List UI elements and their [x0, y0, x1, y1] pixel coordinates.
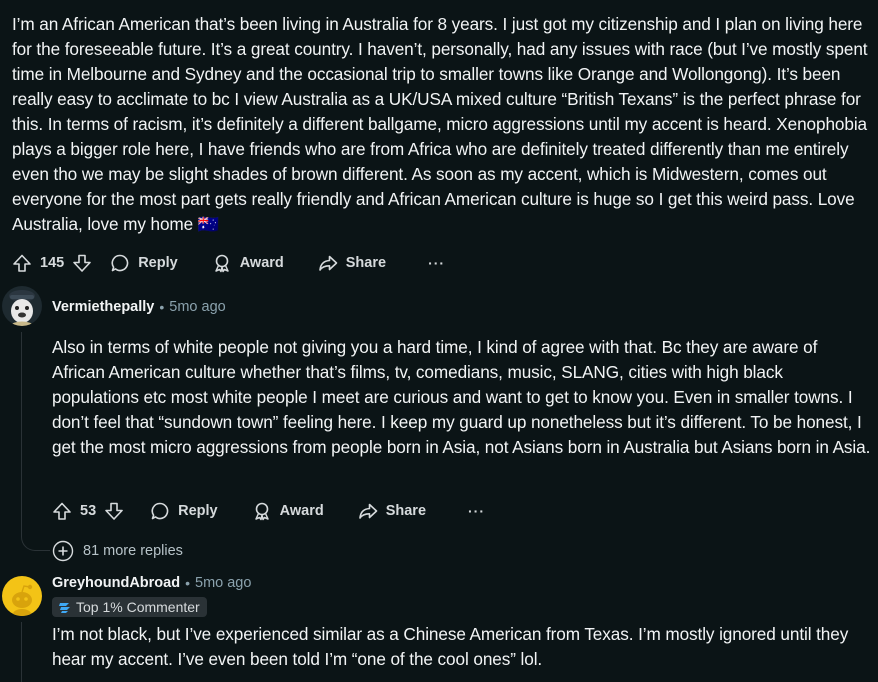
- timestamp[interactable]: 5mo ago: [169, 299, 225, 315]
- share-button[interactable]: Share: [358, 501, 426, 521]
- badge-label: Top 1% Commenter: [76, 599, 200, 615]
- avatar[interactable]: [2, 576, 42, 616]
- avatar-character-icon: [7, 290, 37, 326]
- commenter-badge: Top 1% Commenter: [52, 597, 207, 619]
- share-icon: [358, 503, 378, 519]
- separator: •: [185, 575, 190, 591]
- downvote-button[interactable]: [104, 501, 124, 521]
- more-options-button[interactable]: ···: [468, 503, 485, 519]
- more-icon: ···: [468, 503, 486, 519]
- thread-curve: [21, 520, 50, 551]
- author-name[interactable]: Vermiethepally: [52, 299, 154, 315]
- reply-2-text: I’m not black, but I’ve experienced simi…: [52, 624, 849, 669]
- more-options-button[interactable]: ···: [428, 255, 445, 271]
- comment-icon: [151, 502, 169, 520]
- award-icon: [214, 254, 229, 273]
- reply-1-body: Also in terms of white people not giving…: [52, 335, 872, 460]
- reply-2-body: I’m not black, but I’ve experienced simi…: [52, 622, 862, 672]
- comment-icon: [111, 254, 129, 272]
- vote-count: 145: [40, 255, 65, 271]
- award-icon: [254, 502, 269, 521]
- downvote-icon: [105, 502, 123, 520]
- reply-1-actions: 53 Reply Award Share ···: [52, 498, 485, 524]
- top-comment: I’m an African American that’s been livi…: [12, 12, 868, 237]
- upvote-icon: [13, 254, 31, 272]
- thread-line[interactable]: [21, 622, 22, 682]
- more-icon: ···: [428, 255, 446, 271]
- reply-1-header: Vermiethepally • 5mo ago: [52, 299, 226, 315]
- author-name[interactable]: GreyhoundAbroad: [52, 575, 180, 591]
- upvote-icon: [53, 502, 71, 520]
- australia-flag-icon: 🇦🇺: [197, 214, 220, 234]
- share-button[interactable]: Share: [318, 253, 386, 273]
- reply-2-header: GreyhoundAbroad • 5mo ago: [52, 575, 251, 591]
- downvote-button[interactable]: [72, 253, 92, 273]
- award-button[interactable]: Award: [252, 501, 324, 521]
- upvote-button[interactable]: [52, 501, 72, 521]
- top-comment-text: I’m an African American that’s been livi…: [12, 14, 868, 234]
- avatar[interactable]: [2, 286, 42, 326]
- top-comment-actions: 145 Reply Award Share ···: [12, 250, 445, 276]
- expand-plus-icon: [52, 540, 74, 562]
- reply-1-text: Also in terms of white people not giving…: [52, 337, 871, 457]
- reply-button[interactable]: Reply: [110, 253, 178, 273]
- vote-count: 53: [80, 503, 97, 519]
- commenter-badge-icon: [59, 603, 70, 613]
- upvote-button[interactable]: [12, 253, 32, 273]
- reply-button[interactable]: Reply: [150, 501, 218, 521]
- downvote-icon: [73, 254, 92, 272]
- thread-line[interactable]: [21, 332, 22, 532]
- more-replies-label: 81 more replies: [83, 543, 183, 559]
- snoo-avatar-icon: [12, 584, 33, 616]
- timestamp[interactable]: 5mo ago: [195, 575, 251, 591]
- more-replies-button[interactable]: 81 more replies: [52, 540, 183, 562]
- share-icon: [318, 255, 338, 271]
- award-button[interactable]: Award: [212, 253, 284, 273]
- separator: •: [159, 299, 165, 315]
